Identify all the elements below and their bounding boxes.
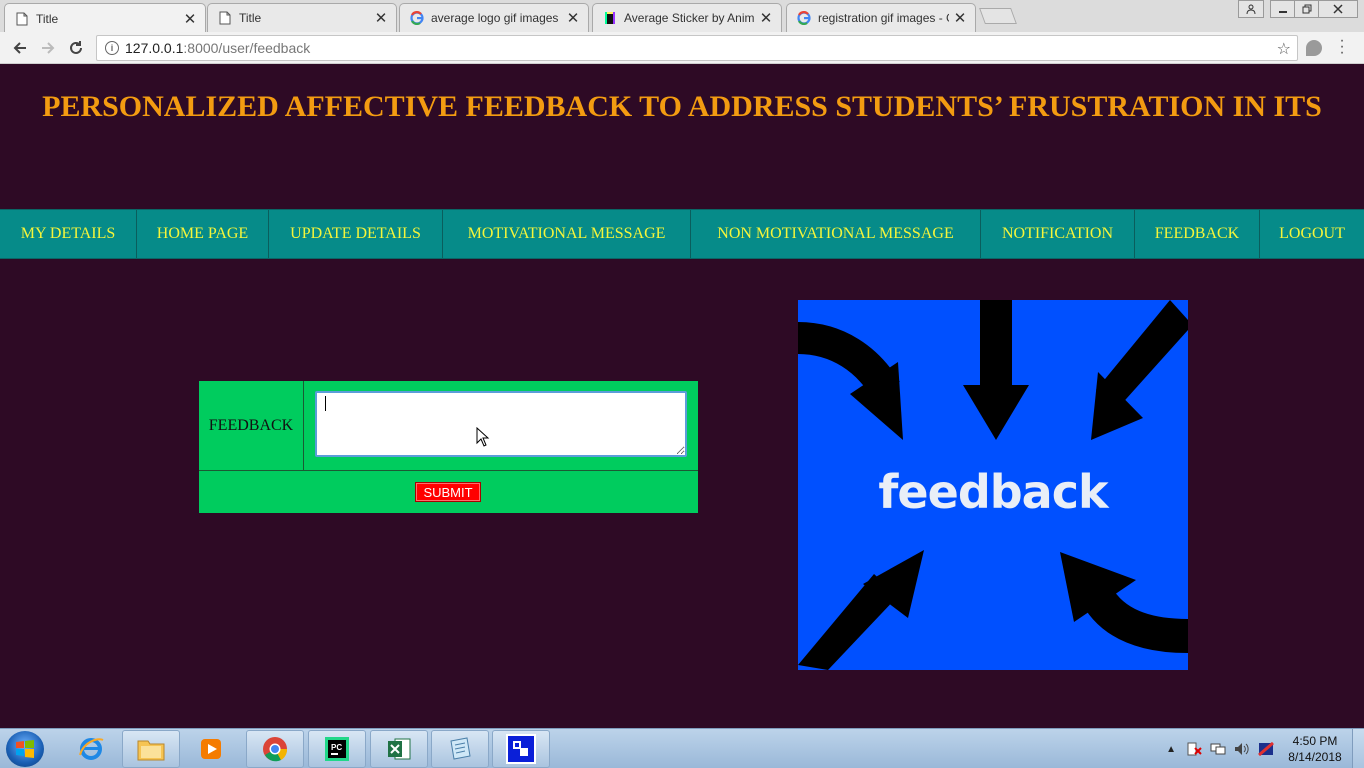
nav-feedback[interactable]: FEEDBACK <box>1135 210 1260 258</box>
media-player-icon[interactable] <box>182 730 240 768</box>
nav-update-details[interactable]: UPDATE DETAILS <box>269 210 443 258</box>
tray-expand-icon[interactable]: ▲ <box>1166 744 1176 755</box>
google-icon <box>797 11 811 25</box>
notepad-icon[interactable] <box>431 730 489 768</box>
nav-notification[interactable]: NOTIFICATION <box>981 210 1135 258</box>
user-profile-icon[interactable] <box>1238 0 1264 18</box>
browser-toolbar: i 127.0.0.1:8000/user/feedback ☆ · · · <box>0 32 1364 64</box>
close-window-icon[interactable] <box>1318 0 1358 18</box>
browser-tab-strip: Title ✕ Title ✕ average logo gif images … <box>0 0 1364 33</box>
giphy-icon <box>603 11 617 25</box>
browser-tab-2[interactable]: Title ✕ <box>207 3 397 32</box>
text-caret <box>325 396 326 411</box>
url-host: 127.0.0.1 <box>125 40 184 56</box>
volume-icon[interactable] <box>1234 742 1250 756</box>
extension-icon[interactable] <box>1306 40 1322 56</box>
feedback-image-text: feedback <box>878 465 1108 519</box>
close-icon[interactable]: ✕ <box>953 9 967 27</box>
tab-title: registration gif images - G <box>818 11 949 25</box>
tab-title: Title <box>36 11 59 26</box>
chrome-icon[interactable] <box>246 730 304 768</box>
show-desktop-button[interactable] <box>1352 729 1364 768</box>
minimize-icon[interactable] <box>1270 0 1296 18</box>
address-bar[interactable]: i 127.0.0.1:8000/user/feedback ☆ <box>96 35 1298 61</box>
feedback-label: FEEDBACK <box>199 381 304 471</box>
feedback-illustration: feedback <box>798 300 1188 670</box>
restore-icon[interactable] <box>1294 0 1320 18</box>
menu-icon[interactable]: · · · <box>1336 33 1348 61</box>
page-content: PERSONALIZED AFFECTIVE FEEDBACK TO ADDRE… <box>0 74 1364 728</box>
browser-tab-1[interactable]: Title ✕ <box>4 3 206 33</box>
remote-app-icon[interactable] <box>492 730 550 768</box>
page-title: PERSONALIZED AFFECTIVE FEEDBACK TO ADDRE… <box>42 90 1322 123</box>
browser-tab-4[interactable]: Average Sticker by Anima ✕ <box>592 3 782 32</box>
url-path: :8000/user/feedback <box>183 40 311 56</box>
network-icon[interactable] <box>1210 742 1226 756</box>
main-nav: MY DETAILS HOME PAGE UPDATE DETAILS MOTI… <box>0 209 1364 259</box>
nav-my-details[interactable]: MY DETAILS <box>0 210 137 258</box>
start-button[interactable] <box>6 731 44 767</box>
page-icon <box>218 11 232 25</box>
pycharm-icon[interactable]: PC <box>308 730 366 768</box>
close-icon[interactable]: ✕ <box>566 9 580 27</box>
page-icon <box>15 12 29 26</box>
clock-date: 8/14/2018 <box>1288 750 1342 764</box>
action-center-icon[interactable] <box>1186 742 1202 756</box>
forward-icon[interactable] <box>36 36 60 60</box>
windows-taskbar: PC ▲ 4:50 PM 8/14/2018 <box>0 728 1364 768</box>
new-tab-button[interactable] <box>979 8 1017 24</box>
nav-motivational-message[interactable]: MOTIVATIONAL MESSAGE <box>443 210 691 258</box>
browser-tab-3[interactable]: average logo gif images ✕ <box>399 3 589 32</box>
excel-icon[interactable] <box>370 730 428 768</box>
system-tray: ▲ <box>1166 729 1282 768</box>
info-icon[interactable]: i <box>105 41 119 55</box>
tab-title: Average Sticker by Anima <box>624 11 755 25</box>
feedback-textarea[interactable] <box>315 391 687 457</box>
nav-logout[interactable]: LOGOUT <box>1260 210 1364 258</box>
close-icon[interactable]: ✕ <box>374 9 388 27</box>
browser-tab-5[interactable]: registration gif images - G ✕ <box>786 3 976 32</box>
close-icon[interactable]: ✕ <box>183 10 197 28</box>
close-icon[interactable]: ✕ <box>759 9 773 27</box>
ie-icon[interactable] <box>62 730 120 768</box>
nav-home-page[interactable]: HOME PAGE <box>137 210 269 258</box>
google-icon <box>410 11 424 25</box>
flag-icon[interactable] <box>1258 742 1274 756</box>
explorer-icon[interactable] <box>122 730 180 768</box>
svg-text:PC: PC <box>331 743 342 752</box>
bookmark-star-icon[interactable]: ☆ <box>1277 39 1291 59</box>
submit-button[interactable]: SUBMIT <box>415 482 481 502</box>
feedback-input-cell <box>304 381 698 471</box>
windows-logo-icon <box>16 740 34 758</box>
mouse-pointer-icon <box>476 427 490 447</box>
taskbar-clock[interactable]: 4:50 PM 8/14/2018 <box>1282 733 1348 765</box>
reload-icon[interactable] <box>64 36 88 60</box>
tab-title: average logo gif images <box>431 11 559 25</box>
nav-non-motivational-message[interactable]: NON MOTIVATIONAL MESSAGE <box>691 210 981 258</box>
tab-title: Title <box>239 11 262 25</box>
back-icon[interactable] <box>8 36 32 60</box>
clock-time: 4:50 PM <box>1292 734 1338 748</box>
feedback-form: FEEDBACK SUBMIT <box>199 381 698 513</box>
